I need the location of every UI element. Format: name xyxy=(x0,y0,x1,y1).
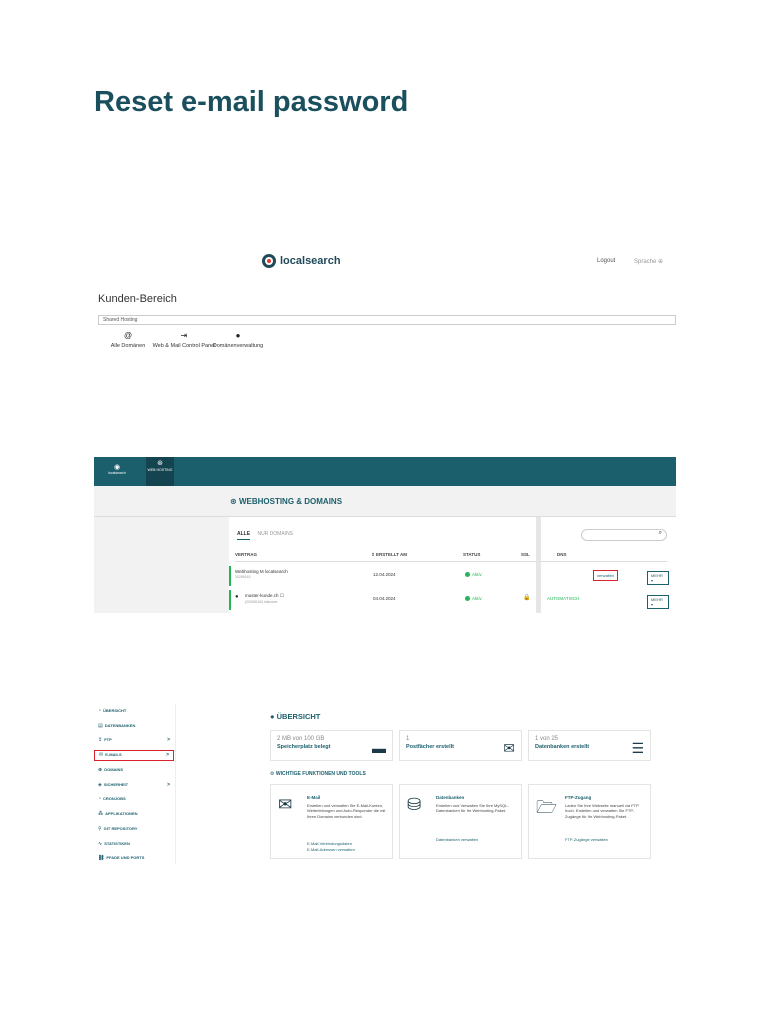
info-icon: ◔ xyxy=(98,708,102,714)
status-active-icon xyxy=(465,596,470,602)
sidebar-item-security[interactable]: ◈ SICHERHEIT > xyxy=(94,778,174,793)
sidebar-item-applications[interactable]: ⁂ APPLIKATIONEN xyxy=(94,807,174,822)
databases-manage-link[interactable]: Datenbanken verwalten xyxy=(436,837,478,842)
chart-icon: ∿ xyxy=(98,840,103,847)
brand-logo[interactable]: ◉ localsearch xyxy=(102,463,132,475)
ftp-manage-link[interactable]: FTP-Zugänge verwalten xyxy=(565,837,608,842)
database-stat: 1 von 25 Datenbanken erstellt ☰ xyxy=(528,730,651,761)
link-icon: ⛓ xyxy=(98,855,105,862)
search-icon[interactable]: ⌕ xyxy=(659,530,662,536)
domain-link[interactable]: muster-kunde.ch ☐ xyxy=(245,593,284,598)
sidebar-nav: ◔ ÜBERSICHT ▤ DATENBANKEN ⇪ FTP > ✉ E-MAILS > … xyxy=(94,704,174,866)
ftp-card: 🗁 FTP-Zugang Laden Sie Ihre Webseite man… xyxy=(528,784,651,859)
more-button[interactable]: MEHR ▾ xyxy=(647,595,669,609)
tools-title: ⚙ WICHTIGE FUNKTIONEN UND TOOLS xyxy=(270,771,366,777)
lock-icon: 🔒 xyxy=(523,595,531,601)
webhosting-screenshot: ◉ localsearch ⊛ WEB HOSTING ⊛ WEBHOSTING… xyxy=(94,457,676,613)
sidebar-item-paths[interactable]: ⛓ PFADE UND PORTS xyxy=(94,851,174,866)
filter-domains[interactable]: NUR DOMAINS xyxy=(257,531,293,537)
product-select[interactable]: Shared Hosting xyxy=(98,315,676,325)
mail-icon: ✉ xyxy=(278,795,293,814)
language-selector[interactable]: Sprache ⊕ xyxy=(634,258,663,265)
sidebar-item-ftp[interactable]: ⇪ FTP > xyxy=(94,733,174,748)
tab-web-hosting[interactable]: ⊛ WEB HOSTING xyxy=(146,457,174,486)
domain-management-button[interactable]: ● Domänenverwaltung xyxy=(204,331,272,351)
sidebar xyxy=(94,517,229,613)
overview-title: ● ÜBERSICHT xyxy=(270,712,321,721)
globe-icon: ⊛ xyxy=(230,497,237,506)
email-card: ✉ E-Mail Erstellen und verwalten Sie E-M… xyxy=(270,784,393,859)
domain-icon: ● xyxy=(235,331,241,340)
apps-icon: ⁂ xyxy=(98,811,104,818)
logout-link[interactable]: Logout xyxy=(597,258,615,264)
status-active-icon xyxy=(465,572,470,578)
email-manage-link[interactable]: E-Mail-Adressen verwalten xyxy=(307,847,355,852)
sidebar-item-databases[interactable]: ▤ DATENBANKEN xyxy=(94,719,174,734)
hard-drive-icon: ▬ xyxy=(372,740,386,756)
sidebar-item-statistics[interactable]: ∿ STATISTIKEN xyxy=(94,837,174,852)
shield-icon: ◈ xyxy=(98,781,102,788)
user-icon: ⇪ xyxy=(98,737,103,744)
database-icon: ⛁ xyxy=(407,795,422,814)
page-title: Reset e-mail password xyxy=(94,86,409,118)
localsearch-logo-icon xyxy=(262,254,276,268)
table-row: Webhosting M localsearch 20265163 12.04.2… xyxy=(229,566,669,586)
title-bar xyxy=(94,486,676,517)
git-icon: ⚲ xyxy=(98,825,102,832)
mailbox-stat: 1 Postfächer erstellt ✉ xyxy=(399,730,522,761)
chevron-right-icon: > xyxy=(167,737,170,744)
chevron-right-icon: > xyxy=(166,752,169,759)
localsearch-logo[interactable]: localsearch xyxy=(262,254,341,268)
storage-stat: 2 MB von 100 GB Speicherplatz belegt ▬ xyxy=(270,730,393,761)
top-bar xyxy=(94,457,676,486)
filter-all[interactable]: ALLE xyxy=(237,531,251,540)
clock-icon: ◔ xyxy=(98,796,102,803)
mail-icon: ✉ xyxy=(99,752,104,759)
sort-created[interactable]: ⇕ ERSTELLT AM xyxy=(371,552,407,558)
info-icon: ● xyxy=(270,712,275,721)
filter-tabs: ALLE NUR DOMAINS xyxy=(237,531,293,540)
globe-icon: ⊕ xyxy=(98,767,103,774)
section-title: Kunden-Bereich xyxy=(98,293,177,305)
globe-icon: ⊕ xyxy=(658,259,664,265)
more-button[interactable]: MEHR ▾ xyxy=(647,571,669,585)
chevron-right-icon: > xyxy=(167,781,170,788)
scrollbar[interactable] xyxy=(536,517,541,613)
overview-screenshot: ◔ ÜBERSICHT ▤ DATENBANKEN ⇪ FTP > ✉ E-MAILS > … xyxy=(94,704,676,864)
sidebar-item-cronjobs[interactable]: ◔ CRONJOBS xyxy=(94,792,174,807)
table-row: ● muster-kunde.ch ☐ (20265163) Inklusive … xyxy=(229,590,669,610)
sidebar-item-domains[interactable]: ⊕ DOMAINS xyxy=(94,763,174,778)
table-header: VERTRAG ⇕ ERSTELLT AM STATUS SSL DNS xyxy=(235,552,667,562)
contracts-panel: ALLE NUR DOMAINS ⌕ VERTRAG ⇕ ERSTELLT AM… xyxy=(229,517,676,613)
localsearch-logo-icon: ◉ xyxy=(113,464,121,471)
webhosting-title: ⊛ WEBHOSTING & DOMAINS xyxy=(230,497,343,506)
database-icon: ▤ xyxy=(98,722,103,729)
database-icon: ☰ xyxy=(631,740,644,756)
verwalten-button[interactable]: verwalten xyxy=(593,570,619,581)
sidebar-item-overview[interactable]: ◔ ÜBERSICHT xyxy=(94,704,174,719)
gear-icon: ⚙ xyxy=(270,771,275,777)
sidebar-item-git[interactable]: ⚲ GIT REPOSITORY xyxy=(94,822,174,837)
globe-icon: ⊛ xyxy=(157,460,163,467)
divider xyxy=(175,704,176,864)
customer-area-screenshot: localsearch Logout Sprache ⊕ Kunden-Bere… xyxy=(94,245,676,370)
databases-card: ⛁ Datenbanken Erstellen und Verwalten Si… xyxy=(399,784,522,859)
domain-icon: ● xyxy=(235,594,239,600)
folder-icon: 🗁 xyxy=(536,798,558,817)
search-input[interactable]: ⌕ xyxy=(581,529,667,541)
email-connection-link[interactable]: E-Mail-Verbindungsdaten xyxy=(307,841,352,846)
mail-icon: ✉ xyxy=(503,740,515,756)
sidebar-item-emails[interactable]: ✉ E-MAILS > xyxy=(94,750,174,762)
